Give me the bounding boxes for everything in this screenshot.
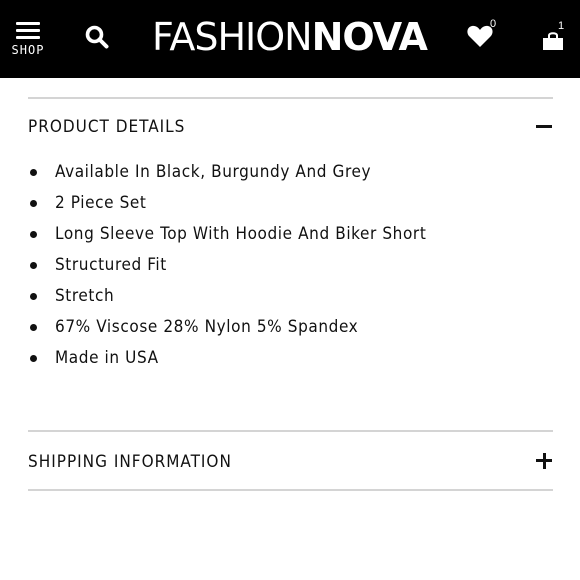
product-details-list: Available In Black, Burgundy And Grey 2 … [28, 159, 548, 376]
hamburger-icon [16, 22, 40, 40]
list-item: 67% Viscose 28% Nylon 5% Spandex [28, 314, 548, 345]
divider [28, 97, 553, 99]
bullet-icon [30, 355, 37, 362]
list-item-text: Stretch [55, 286, 115, 306]
list-item-text: Structured Fit [55, 255, 167, 275]
site-header: SHOP FASHIONNOVA 0 1 [0, 0, 580, 78]
search-icon[interactable] [84, 24, 110, 50]
list-item: 2 Piece Set [28, 190, 548, 221]
list-item: Stretch [28, 283, 548, 314]
divider [28, 489, 553, 491]
bullet-icon [30, 169, 37, 176]
wishlist-count: 0 [490, 18, 497, 30]
bullet-icon [30, 231, 37, 238]
fashion-nova-logo[interactable]: FASHIONNOVA [152, 14, 428, 60]
shop-menu-label: SHOP [11, 43, 45, 57]
list-item: Made in USA [28, 345, 548, 376]
product-details-heading[interactable]: PRODUCT DETAILS [28, 117, 185, 137]
divider [28, 430, 553, 432]
logo-text-fashion: FASHION [152, 15, 313, 59]
shipping-information-heading[interactable]: SHIPPING INFORMATION [28, 452, 232, 472]
list-item-text: Available In Black, Burgundy And Grey [55, 162, 372, 182]
plus-icon[interactable] [534, 451, 554, 471]
shopping-bag-icon[interactable] [542, 30, 564, 52]
cart-count: 1 [558, 20, 565, 32]
minus-icon[interactable] [534, 117, 554, 137]
shop-menu-button[interactable]: SHOP [10, 18, 46, 62]
bullet-icon [30, 200, 37, 207]
list-item: Available In Black, Burgundy And Grey [28, 159, 548, 190]
bullet-icon [30, 262, 37, 269]
list-item-text: 67% Viscose 28% Nylon 5% Spandex [55, 317, 359, 337]
list-item-text: Made in USA [55, 348, 159, 368]
list-item-text: Long Sleeve Top With Hoodie And Biker Sh… [55, 224, 427, 244]
bullet-icon [30, 324, 37, 331]
list-item-text: 2 Piece Set [55, 193, 147, 213]
list-item: Long Sleeve Top With Hoodie And Biker Sh… [28, 221, 548, 252]
bullet-icon [30, 293, 37, 300]
list-item: Structured Fit [28, 252, 548, 283]
logo-text-nova: NOVA [311, 15, 428, 59]
